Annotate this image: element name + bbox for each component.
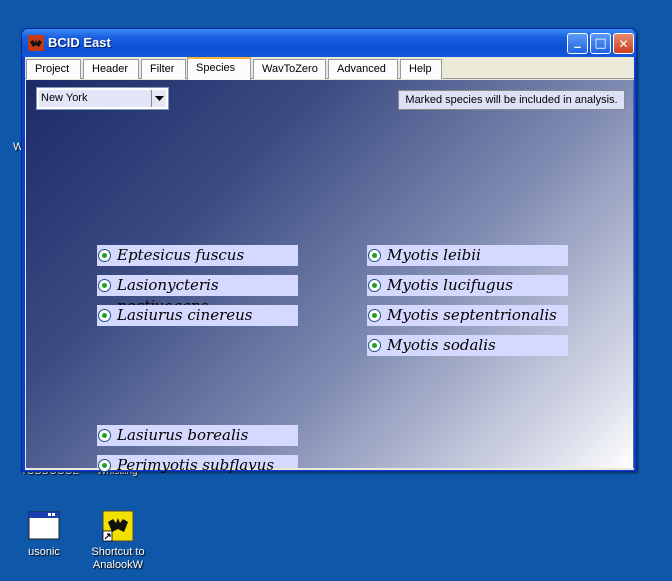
species-option[interactable]: Lasiurus cinereus bbox=[97, 305, 298, 326]
species-label: Myotis lucifugus bbox=[387, 276, 513, 294]
species-option[interactable]: Eptesicus fuscus bbox=[97, 245, 298, 266]
desktop-icon-label: Shortcut to AnalookW bbox=[91, 546, 145, 571]
tab-project[interactable]: Project bbox=[26, 59, 81, 79]
close-button[interactable]: ✕ bbox=[613, 33, 634, 54]
title-bar[interactable]: BCID East _ □ ✕ bbox=[22, 29, 636, 57]
species-panel: New York Marked species will be included… bbox=[26, 80, 634, 474]
species-option[interactable]: Myotis lucifugus bbox=[367, 275, 568, 296]
radio-checked-icon[interactable] bbox=[368, 249, 381, 262]
species-option[interactable]: Myotis septentrionalis bbox=[367, 305, 568, 326]
species-label: Lasiurus cinereus bbox=[117, 306, 253, 324]
species-option[interactable]: Perimyotis subflavus bbox=[97, 455, 298, 474]
tab-strip: Project Header Filter Species WavToZero … bbox=[25, 57, 634, 80]
species-label: Myotis sodalis bbox=[387, 336, 496, 354]
species-label: Myotis septentrionalis bbox=[387, 306, 557, 324]
radio-checked-icon[interactable] bbox=[98, 279, 111, 292]
bcid-east-window: BCID East _ □ ✕ Project Header Filter Sp… bbox=[21, 28, 637, 474]
species-option[interactable]: Lasiurus borealis bbox=[97, 425, 298, 446]
maximize-button[interactable]: □ bbox=[590, 33, 611, 54]
species-label: Eptesicus fuscus bbox=[117, 246, 245, 264]
desktop-icon-label: usonic bbox=[28, 546, 60, 558]
species-label: Perimyotis subflavus bbox=[117, 456, 275, 474]
bat-app-shortcut-icon bbox=[102, 510, 134, 542]
desktop-icon-analookw-shortcut[interactable]: Shortcut to AnalookW bbox=[83, 510, 153, 572]
species-label: Lasiurus borealis bbox=[117, 426, 249, 444]
tab-advanced[interactable]: Advanced bbox=[328, 59, 398, 79]
radio-checked-icon[interactable] bbox=[98, 459, 111, 472]
tab-help[interactable]: Help bbox=[400, 59, 442, 79]
radio-checked-icon[interactable] bbox=[98, 249, 111, 262]
region-select-value: New York bbox=[41, 92, 88, 104]
radio-checked-icon[interactable] bbox=[98, 429, 111, 442]
radio-checked-icon[interactable] bbox=[98, 309, 111, 322]
species-option[interactable]: Myotis sodalis bbox=[367, 335, 568, 356]
tab-species[interactable]: Species bbox=[187, 57, 251, 80]
desktop-icon-usonic[interactable]: usonic bbox=[9, 510, 79, 559]
species-label: Myotis leibii bbox=[387, 246, 481, 264]
minimize-button[interactable]: _ bbox=[567, 33, 588, 54]
species-option[interactable]: Lasionycteris noctivagans bbox=[97, 275, 298, 315]
radio-checked-icon[interactable] bbox=[368, 309, 381, 322]
radio-checked-icon[interactable] bbox=[368, 279, 381, 292]
bat-app-icon bbox=[28, 35, 44, 51]
close-icon: ✕ bbox=[618, 36, 629, 51]
window-title: BCID East bbox=[48, 35, 111, 50]
species-option[interactable]: Myotis leibii bbox=[367, 245, 568, 266]
app-window-icon bbox=[28, 510, 60, 542]
analysis-note: Marked species will be included in analy… bbox=[398, 90, 625, 110]
tab-filter[interactable]: Filter bbox=[141, 59, 186, 79]
tab-wavtozero[interactable]: WavToZero bbox=[253, 59, 326, 79]
window-client-area: Project Header Filter Species WavToZero … bbox=[25, 57, 634, 474]
chevron-down-icon[interactable] bbox=[151, 90, 166, 107]
minimize-icon: _ bbox=[574, 34, 581, 49]
maximize-icon: □ bbox=[594, 36, 607, 51]
region-select[interactable]: New York bbox=[36, 87, 169, 110]
radio-checked-icon[interactable] bbox=[368, 339, 381, 352]
tab-header[interactable]: Header bbox=[83, 59, 139, 79]
